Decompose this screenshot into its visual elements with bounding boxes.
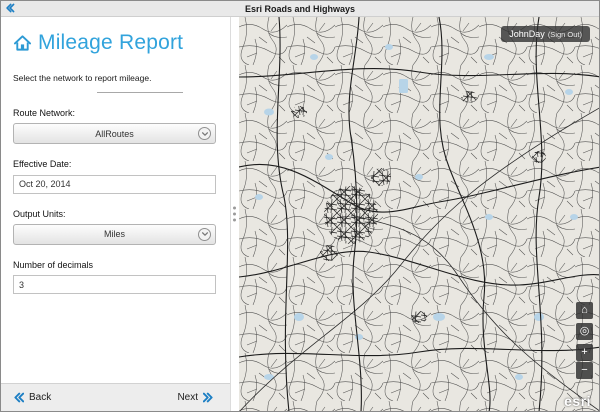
esri-logo: esri: [564, 393, 591, 409]
mileage-report-panel: Mileage Report Select the network to rep…: [1, 17, 231, 411]
decimals-input[interactable]: [13, 275, 216, 294]
route-network-label: Route Network:: [13, 108, 216, 118]
top-bar: Esri Roads and Highways: [1, 1, 599, 17]
back-button[interactable]: Back: [13, 392, 51, 403]
map-home-button[interactable]: ⌂: [576, 302, 593, 319]
sign-out-link[interactable]: (Sign Out): [548, 30, 582, 39]
chevron-down-icon: [198, 228, 211, 241]
map-zoom-in-button[interactable]: +: [576, 344, 593, 361]
chevron-left-icon: [13, 392, 24, 403]
subtitle-divider: [97, 92, 183, 93]
effective-date-input[interactable]: [13, 175, 216, 194]
back-label: Back: [29, 392, 51, 403]
map-canvas[interactable]: JohnDay (Sign Out) ⌂ ◎ + − esri: [239, 17, 599, 411]
route-network-dropdown[interactable]: AllRoutes: [13, 123, 216, 144]
user-name: JohnDay: [509, 29, 545, 39]
output-units-label: Output Units:: [13, 209, 216, 219]
panel-subtitle: Select the network to report mileage.: [13, 73, 216, 83]
app-title: Esri Roads and Highways: [245, 4, 355, 14]
output-units-value: Miles: [14, 229, 215, 239]
decimals-label: Number of decimals: [13, 260, 216, 270]
route-network-value: AllRoutes: [14, 129, 215, 139]
wizard-footer: Back Next: [1, 383, 230, 411]
effective-date-label: Effective Date:: [13, 159, 216, 169]
next-button[interactable]: Next: [177, 392, 214, 403]
map-zoom-out-button[interactable]: −: [576, 362, 593, 379]
panel-resize-handle[interactable]: [231, 17, 239, 411]
home-icon: [13, 34, 32, 52]
page-title: Mileage Report: [38, 31, 183, 55]
collapse-panel-icon[interactable]: [5, 3, 15, 13]
output-units-dropdown[interactable]: Miles: [13, 224, 216, 245]
user-badge[interactable]: JohnDay (Sign Out): [501, 26, 590, 42]
next-label: Next: [177, 392, 198, 403]
drag-dots-icon: [233, 207, 236, 222]
app-window: Esri Roads and Highways Mileage Report S…: [0, 0, 600, 412]
map-toolbar: ⌂ ◎ + −: [576, 302, 593, 379]
chevron-right-icon: [203, 392, 214, 403]
chevron-down-icon: [198, 127, 211, 140]
map-locate-button[interactable]: ◎: [576, 323, 593, 340]
road-network-graphic: [239, 17, 599, 411]
